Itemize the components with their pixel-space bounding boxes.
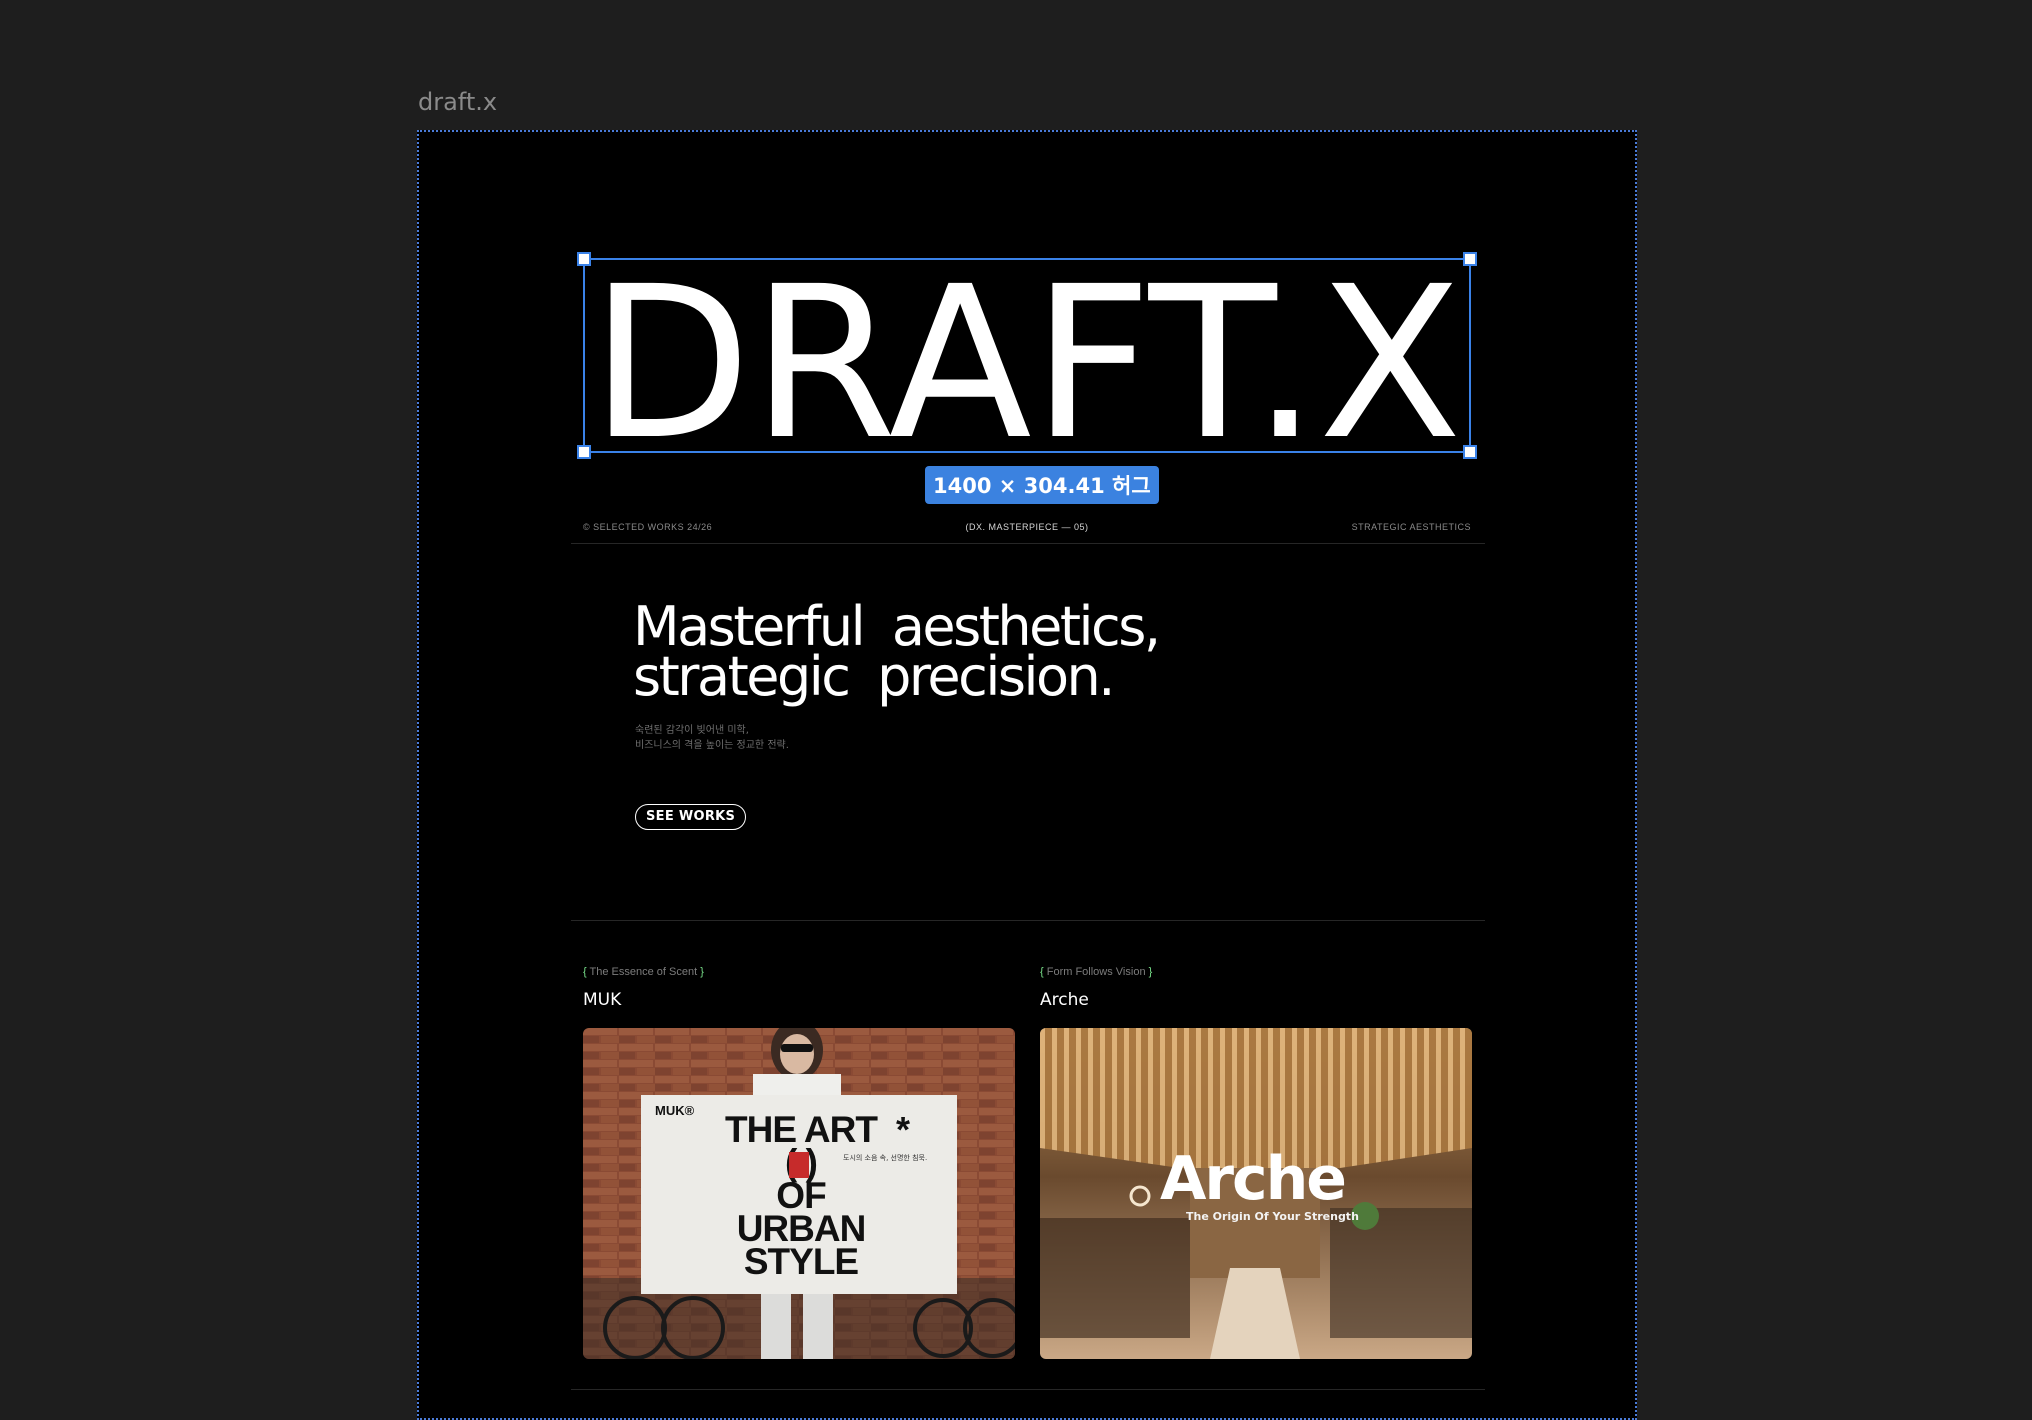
work-title[interactable]: MUK — [583, 990, 1015, 1012]
resize-handle-bottom-left[interactable] — [577, 445, 591, 459]
selection-box[interactable] — [577, 252, 1477, 459]
work-image-muk[interactable]: MUK® THE ART ( ) OF URBAN STYLE * 도시의 소음… — [583, 1028, 1015, 1359]
work-card-arche[interactable]: { Form Follows Vision } Arche Arche The … — [1040, 966, 1472, 1359]
bracket-close: } — [697, 966, 704, 978]
meta-center: (DX. MASTERPIECE — 05) — [965, 522, 1089, 532]
arche-tagline: The Origin Of Your Strength — [1186, 1210, 1359, 1223]
work-image-arche[interactable]: Arche The Origin Of Your Strength — [1040, 1028, 1472, 1359]
work-tag-text: Form Follows Vision — [1046, 966, 1146, 978]
meta-right: STRATEGIC AESTHETICS — [1351, 522, 1471, 532]
work-title[interactable]: Arche — [1040, 990, 1472, 1012]
resize-handle-top-right[interactable] — [1463, 252, 1477, 266]
bracket-close: } — [1145, 966, 1153, 978]
poster-line-5: STYLE — [743, 1241, 859, 1282]
work-tag: { The Essence of Scent } — [583, 966, 1015, 980]
poster-red-thumb — [789, 1152, 809, 1178]
work-tag-text: The Essence of Scent — [589, 966, 698, 978]
muk-brand: MUK® — [655, 1103, 695, 1118]
subtext-line-1: 숙련된 감각이 빚어낸 미학, — [635, 725, 749, 736]
dimension-badge: 1400 × 304.41 허그 — [925, 466, 1159, 504]
divider — [571, 543, 1485, 544]
poster-asterisk: * — [896, 1109, 911, 1150]
work-tag: { Form Follows Vision } — [1040, 966, 1472, 980]
intro-headline: Masterful aesthetics, strategic precisio… — [633, 600, 1161, 708]
bracket-open: { — [1040, 966, 1047, 978]
muk-poster-panel: MUK® THE ART ( ) OF URBAN STYLE * 도시의 소음… — [641, 1095, 957, 1294]
headline-line-2: strategic precision. — [633, 645, 1115, 708]
see-works-button[interactable]: SEE WORKS — [635, 804, 747, 830]
work-card-muk[interactable]: { The Essence of Scent } MUK MUK® THE AR… — [583, 966, 1015, 1359]
poster-korean-text: 도시의 소음 속, 선명한 침묵. — [843, 1154, 928, 1162]
frame-label[interactable]: draft.x — [418, 88, 497, 116]
divider — [571, 920, 1485, 921]
divider — [571, 1389, 1485, 1390]
muk-poster-headline: THE ART ( ) OF URBAN STYLE — [701, 1111, 901, 1282]
artboard-frame[interactable]: DRAFT.X 1400 × 304.41 허그 © SELECTED WORK… — [417, 130, 1637, 1420]
subtext-line-2: 비즈니스의 격을 높이는 정교한 전략. — [635, 740, 789, 751]
intro-subtext: 숙련된 감각이 빚어낸 미학, 비즈니스의 격을 높이는 정교한 전략. — [635, 723, 789, 753]
resize-handle-bottom-right[interactable] — [1463, 445, 1477, 459]
resize-handle-top-left[interactable] — [577, 252, 591, 266]
arche-wordmark: Arche — [1160, 1144, 1347, 1214]
